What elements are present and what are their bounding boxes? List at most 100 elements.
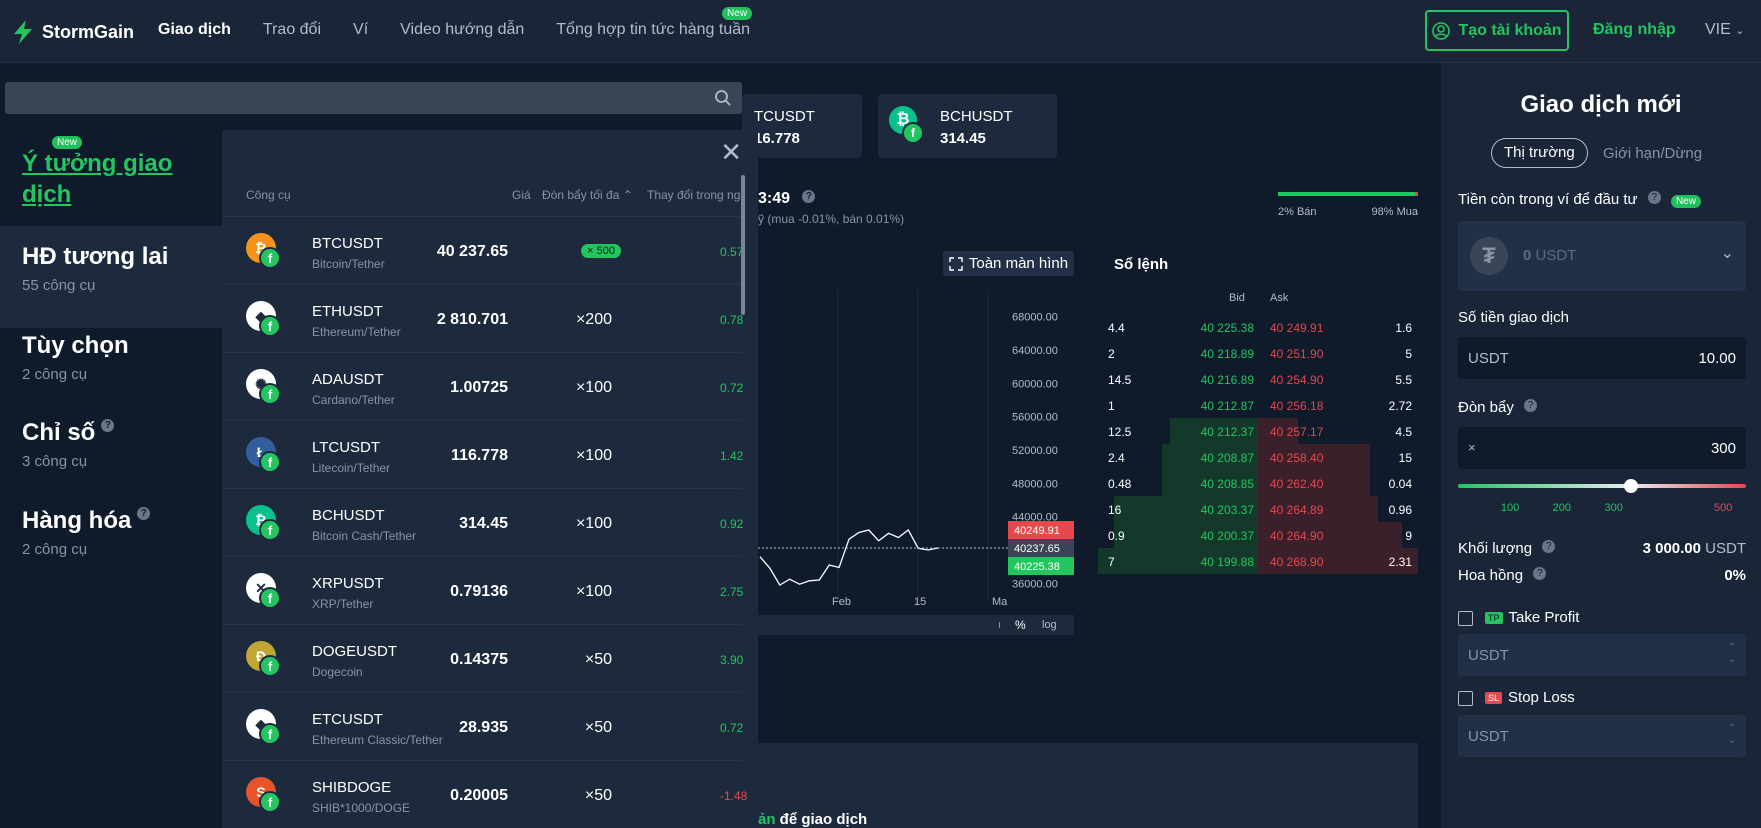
col-daily-change[interactable]: Thay đổi trong ng [647, 188, 740, 202]
category-title-row: Chỉ số? [22, 419, 222, 447]
wallet-selector[interactable]: ₮ 0 USDT ⌄ [1458, 221, 1746, 291]
instrument-row[interactable]: ₿ f BTCUSDT Bitcoin/Tether 40 237.65 × 500 0.5… [222, 216, 743, 284]
trading-ideas-link[interactable]: Ý tưởng giao dịch [22, 148, 182, 210]
col-price[interactable]: Giá [512, 188, 531, 202]
account-prompt-text: ản để giao dịch [758, 811, 867, 828]
nav-video-guide[interactable]: Video hướng dẫn [400, 21, 524, 39]
col-max-leverage[interactable]: Đòn bẩy tối đa ⌃ [542, 188, 633, 202]
category-count: 2 công cụ [22, 541, 88, 558]
price-chart[interactable]: 68000.00 64000.00 60000.00 56000.00 52000.00… [758, 280, 1074, 635]
stop-loss-input[interactable]: USDT ⌃ ⌄ [1458, 715, 1746, 757]
stop-loss-checkbox[interactable] [1458, 691, 1473, 706]
take-profit-checkbox[interactable] [1458, 611, 1473, 626]
language-selector[interactable]: VIE ⌄ [1705, 21, 1744, 39]
ask-price[interactable]: 40 256.18 [1270, 399, 1323, 413]
help-icon[interactable]: ? [802, 190, 816, 203]
ask-price[interactable]: 40 257.17 [1270, 425, 1323, 439]
stepper-icon[interactable]: ⌃ ⌄ [1728, 723, 1736, 747]
leverage-field[interactable]: × 300 [1458, 427, 1746, 469]
bid-price[interactable]: 40 225.38 [1201, 321, 1254, 335]
search-icon[interactable] [714, 89, 732, 107]
login-button[interactable]: Đăng nhập [1593, 21, 1676, 39]
leverage-slider-track[interactable] [1458, 484, 1746, 488]
help-icon[interactable]: ? [1524, 399, 1538, 412]
slider-tick-label[interactable]: 200 [1553, 502, 1571, 514]
instrument-row[interactable]: ✕ f XRPUSDT XRP/Tether 0.79136 ×100 2.75 [222, 556, 743, 624]
close-icon[interactable]: ✕ [720, 139, 742, 165]
ask-price[interactable]: 40 264.90 [1270, 529, 1323, 543]
instrument-row[interactable]: Łf LTCUSDT Litecoin/Tether 116.778 ×100 1.42 [222, 420, 743, 488]
instrument-row[interactable]: Sf SHIBDOGE SHIB*1000/DOGE 0.20005 ×50 -1.48 [222, 760, 747, 828]
bid-price[interactable]: 40 203.37 [1201, 503, 1254, 517]
ticker-card-ltc[interactable]: TCUSDT 16.778 [742, 94, 862, 158]
brand-name: StormGain [42, 21, 135, 42]
futures-icon: f [902, 122, 924, 144]
category-commodities[interactable]: Hàng hóa? 2 công cụ [0, 505, 222, 585]
ask-price[interactable]: 40 262.40 [1270, 477, 1323, 491]
list-scrollbar[interactable] [741, 175, 745, 315]
help-icon[interactable]: ? [137, 507, 151, 520]
category-futures[interactable]: HĐ tương lai 55 công cụ [0, 226, 222, 328]
ask-price[interactable]: 40 254.90 [1270, 373, 1323, 387]
ask-price[interactable]: 40 264.89 [1270, 503, 1323, 517]
create-account-button[interactable]: Tạo tài khoản [1425, 10, 1569, 51]
ask-price[interactable]: 40 268.90 [1270, 555, 1323, 569]
ticker-card-bch[interactable]: ₿ f BCHUSDT 314.45 [878, 94, 1057, 158]
slider-tick-label[interactable]: 100 [1501, 502, 1519, 514]
help-icon[interactable]: ? [1647, 191, 1661, 204]
bid-volume: 1 [1108, 399, 1115, 413]
nav-trade[interactable]: Giao dịch [158, 21, 231, 39]
tab-limit-stop[interactable]: Giới hạn/Dừng [1603, 145, 1702, 162]
bid-price[interactable]: 40 218.89 [1201, 347, 1254, 361]
instrument-row[interactable]: Ðf DOGEUSDT Dogecoin 0.14375 ×50 3.90 [222, 624, 743, 692]
slider-tick-label[interactable]: 500 [1714, 502, 1732, 514]
amount-field[interactable]: USDT 10.00 [1458, 337, 1746, 379]
instrument-row[interactable]: ◆ f ETHUSDT Ethereum/Tether 2 810.701 ×200 0.7… [222, 284, 743, 352]
take-profit-input[interactable]: USDT ⌃ ⌄ [1458, 634, 1746, 676]
category-count: 2 công cụ [22, 366, 88, 383]
category-indices[interactable]: Chỉ số? 3 công cụ [0, 417, 222, 497]
bid-price[interactable]: 40 216.89 [1201, 373, 1254, 387]
col-instrument[interactable]: Công cụ [246, 188, 291, 202]
fullscreen-button[interactable]: Toàn màn hình [943, 251, 1074, 276]
ask-volume: 2.31 [1388, 555, 1412, 569]
stormgain-logo[interactable]: StormGain [12, 20, 134, 44]
leverage-value: 300 [1710, 440, 1736, 457]
y-tick-label: 60000.00 [1012, 378, 1058, 390]
bid-price[interactable]: 40 212.37 [1201, 425, 1254, 439]
x-tick-label: 15 [914, 596, 926, 608]
stop-loss-placeholder: USDT [1468, 728, 1509, 745]
tab-market[interactable]: Thị trường [1491, 138, 1588, 168]
category-options[interactable]: Tùy chọn 2 công cụ [0, 330, 222, 410]
help-icon[interactable]: ? [1542, 540, 1556, 553]
bid-price[interactable]: 40 208.87 [1201, 451, 1254, 465]
instrument-row[interactable]: ₿ f BCHUSDT Bitcoin Cash/Tether 314.45 ×100 0.… [222, 488, 743, 556]
account-prompt-link[interactable]: ản [758, 811, 776, 828]
slider-tick-label[interactable]: 300 [1605, 502, 1623, 514]
ask-price[interactable]: 40 249.91 [1270, 321, 1323, 335]
bid-price[interactable]: 40 199.88 [1201, 555, 1254, 569]
ask-volume: 2.72 [1388, 399, 1412, 413]
help-icon[interactable]: ? [101, 419, 115, 432]
search-input[interactable] [5, 82, 705, 114]
volume-currency: USDT [1705, 540, 1746, 557]
instrument-row[interactable]: ✺ f ADAUSDT Cardano/Tether 1.00725 ×100 0.72 [222, 352, 743, 420]
help-icon[interactable]: ? [1533, 567, 1547, 580]
stepper-icon[interactable]: ⌃ ⌄ [1728, 642, 1736, 666]
instrument-row[interactable]: ◆ f ETCUSDT Ethereum Classic/Tether 28.935 ×5… [222, 692, 743, 760]
nav-weekly-news[interactable]: Tổng hợp tin tức hàng tuần New [556, 7, 753, 39]
y-tick-label: 52000.00 [1012, 445, 1058, 457]
bid-price[interactable]: 40 208.85 [1201, 477, 1254, 491]
category-title: Tùy chọn [22, 332, 129, 359]
nav-exchange[interactable]: Trao đổi [263, 21, 321, 39]
leverage-slider-handle[interactable] [1623, 479, 1638, 493]
ask-price[interactable]: 40 258.40 [1270, 451, 1323, 465]
ask-volume: 1.6 [1395, 321, 1412, 335]
bid-price[interactable]: 40 200.37 [1201, 529, 1254, 543]
bid-price[interactable]: 40 212.87 [1201, 399, 1254, 413]
percent-scale-toggle[interactable]: % [1015, 618, 1026, 632]
ask-price[interactable]: 40 251.90 [1270, 347, 1323, 361]
log-scale-toggle[interactable]: log [1042, 619, 1057, 631]
nav-wallet[interactable]: Ví [353, 21, 368, 39]
order-book-row: 4.4 40 225.38 40 249.91 1.6 [1098, 314, 1418, 340]
